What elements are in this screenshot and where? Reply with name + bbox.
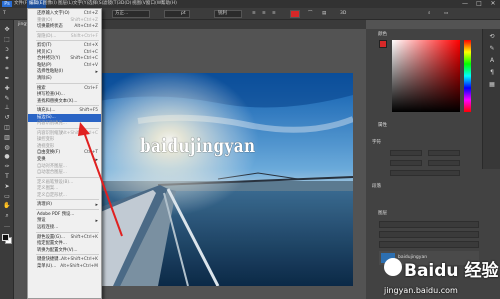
marquee-tool-icon[interactable]: ⬚ bbox=[2, 36, 12, 44]
menu-item-2[interactable]: 图像(I) bbox=[43, 0, 57, 8]
align-left-icon[interactable]: ≡ bbox=[252, 10, 256, 18]
property-field[interactable] bbox=[390, 150, 422, 156]
character-icon[interactable]: A bbox=[487, 57, 497, 65]
zoom-tool-icon[interactable]: ⌕ bbox=[2, 212, 12, 220]
baidu-jingyan-watermark: Baidu 经验 jingyan.baidu.com bbox=[382, 256, 500, 299]
ps-logo-icon: Ps bbox=[2, 1, 12, 7]
text-color-swatch[interactable] bbox=[290, 10, 300, 18]
menu-separator bbox=[36, 254, 99, 256]
color-picker-field[interactable] bbox=[392, 40, 460, 112]
healing-tool-icon[interactable]: ✚ bbox=[2, 85, 12, 93]
lasso-tool-icon[interactable]: ↄ bbox=[2, 46, 12, 54]
menu-separator bbox=[36, 127, 99, 129]
close-button[interactable]: ✕ bbox=[486, 0, 500, 8]
menu-separator bbox=[36, 40, 99, 42]
pen-tool-icon[interactable]: ✑ bbox=[2, 163, 12, 171]
property-field[interactable] bbox=[390, 170, 460, 176]
character-panel-icon[interactable]: ▤ bbox=[322, 10, 326, 18]
brush-settings-icon[interactable]: ✎ bbox=[487, 45, 497, 53]
menu-item-7[interactable]: 3D(D) bbox=[118, 0, 131, 8]
edit-menu-item[interactable]: 菜单(U)... Alt+Shift+Ctrl+M bbox=[28, 263, 101, 271]
layer-lock-row[interactable] bbox=[379, 241, 479, 248]
layers-panel-tab[interactable]: 图层 bbox=[378, 210, 387, 218]
layer-blend-row[interactable] bbox=[379, 231, 479, 238]
align-center-icon[interactable]: ≡ bbox=[262, 10, 266, 18]
more-tools-icon[interactable]: … bbox=[2, 222, 12, 230]
blur-tool-icon[interactable]: ◍ bbox=[2, 144, 12, 152]
font-size-select[interactable] bbox=[164, 10, 190, 18]
property-field[interactable] bbox=[428, 150, 460, 156]
panel-icon-strip: ⟲ ✎ A ¶ ▦ bbox=[482, 29, 500, 169]
align-right-icon[interactable]: ≡ bbox=[272, 10, 276, 18]
property-field[interactable] bbox=[428, 160, 460, 166]
layer-filter-row[interactable] bbox=[379, 221, 479, 228]
brand-url: jingyan.baidu.com bbox=[384, 286, 458, 295]
paragraph-icon[interactable]: ¶ bbox=[487, 69, 497, 77]
history-icon[interactable]: ⟲ bbox=[487, 33, 497, 41]
paw-logo-icon bbox=[384, 258, 402, 276]
gradient-tool-icon[interactable]: ▥ bbox=[2, 134, 12, 142]
menu-separator bbox=[36, 82, 99, 84]
menu-separator bbox=[36, 208, 99, 210]
minimize-button[interactable]: — bbox=[458, 0, 472, 8]
menu-separator bbox=[36, 105, 99, 107]
properties-panel-tab[interactable]: 属性 bbox=[378, 122, 387, 130]
shape-tool-icon[interactable]: ▭ bbox=[2, 193, 12, 201]
font-family-value: 方正... bbox=[115, 11, 129, 16]
tools-panel: ✥ ⬚ ↄ ✦ ⌗ ✒ ✚ ✎ ⊥ ↺ ◫ ▥ ◍ ● ✑ T ➤ ▭ ✋ ⌕ … bbox=[0, 20, 14, 299]
maximize-button[interactable]: □ bbox=[472, 0, 486, 8]
paragraph-section-header[interactable]: 段落 bbox=[372, 182, 381, 191]
character-section-header[interactable]: 字符 bbox=[372, 138, 381, 147]
color-panel-tab[interactable]: 颜色 bbox=[378, 31, 387, 39]
dodge-tool-icon[interactable]: ● bbox=[2, 153, 12, 161]
eraser-tool-icon[interactable]: ◫ bbox=[2, 124, 12, 132]
search-icon[interactable]: ⌕ bbox=[428, 10, 431, 18]
brand-title: Baidu 经验 bbox=[404, 261, 499, 281]
color-panel-fg-swatch[interactable] bbox=[379, 40, 387, 48]
type-tool-icon[interactable]: T bbox=[2, 173, 12, 181]
menu-bar: Ps 文件(F) 编辑(E) 图像(I) 图层(L) 文字(Y) 选择(S) 滤镜(T) 3D… bbox=[0, 0, 500, 8]
brush-tool-icon[interactable]: ✎ bbox=[2, 95, 12, 103]
bridge-photo bbox=[98, 73, 353, 286]
property-field[interactable] bbox=[390, 160, 422, 166]
font-size-value: pt bbox=[181, 11, 186, 16]
quick-select-tool-icon[interactable]: ✦ bbox=[2, 55, 12, 63]
warp-text-icon[interactable]: ⌒ bbox=[308, 10, 313, 18]
document-image[interactable]: baidujingyan bbox=[98, 73, 353, 286]
crop-tool-icon[interactable]: ⌗ bbox=[2, 65, 12, 73]
path-select-tool-icon[interactable]: ➤ bbox=[2, 183, 12, 191]
menu-item-label: 菜单(U)... bbox=[37, 263, 57, 269]
menu-separator bbox=[36, 176, 99, 178]
menu-separator bbox=[36, 199, 99, 201]
stamp-tool-icon[interactable]: ⊥ bbox=[2, 104, 12, 112]
canvas-text-layer[interactable]: baidujingyan bbox=[140, 135, 300, 157]
menu-item-5[interactable]: 选择(S) bbox=[88, 0, 103, 8]
history-brush-tool-icon[interactable]: ↺ bbox=[2, 114, 12, 122]
menu-item-3[interactable]: 图层(L) bbox=[58, 0, 73, 8]
foreground-color-swatch[interactable] bbox=[2, 234, 9, 241]
workspace-icon[interactable]: ▭ bbox=[444, 10, 448, 18]
menu-separator bbox=[36, 30, 99, 32]
eyedropper-tool-icon[interactable]: ✒ bbox=[2, 75, 12, 83]
hue-slider[interactable] bbox=[464, 40, 471, 112]
type-tool-icon[interactable]: T bbox=[3, 10, 6, 18]
menu-item-4[interactable]: 文字(Y) bbox=[73, 0, 88, 8]
menu-item-shortcut: Alt+Shift+Ctrl+M bbox=[60, 263, 98, 269]
3d-icon[interactable]: 3D bbox=[340, 10, 346, 18]
photoshop-window: Ps 文件(F) 编辑(E) 图像(I) 图层(L) 文字(Y) 选择(S) 滤镜(T) 3D… bbox=[0, 0, 500, 299]
menu-item-6[interactable]: 滤镜(T) bbox=[103, 0, 118, 8]
hand-tool-icon[interactable]: ✋ bbox=[2, 202, 12, 210]
move-tool-icon[interactable]: ✥ bbox=[2, 26, 12, 34]
menu-item-10[interactable]: 帮助(H) bbox=[161, 0, 177, 8]
antialias-value: 锐利 bbox=[218, 11, 227, 16]
menu-separator bbox=[36, 231, 99, 233]
swatches-icon[interactable]: ▦ bbox=[487, 81, 497, 89]
edit-menu-dropdown: 还原输入文字(O) Ctrl+Z 重做(O) Shift+Ctrl+Z 切换最终状态 Al… bbox=[27, 8, 102, 299]
